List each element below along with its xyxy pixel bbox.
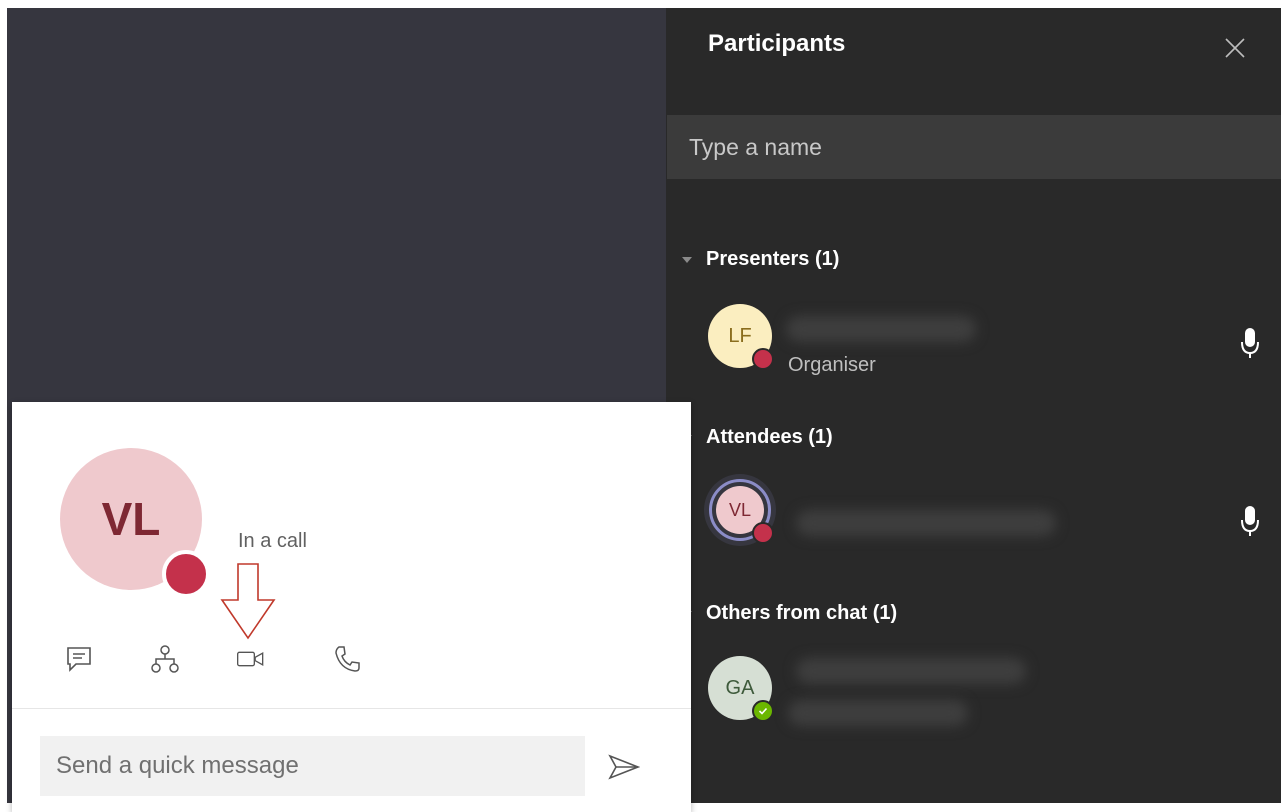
participant-row[interactable]: LF Organiser	[666, 304, 1281, 384]
redacted-name	[786, 316, 976, 342]
avatar: GA	[708, 656, 774, 722]
redacted-detail	[788, 700, 968, 726]
status-badge	[752, 522, 774, 544]
participant-row[interactable]: GA	[666, 656, 1281, 736]
close-icon[interactable]	[1223, 36, 1247, 60]
section-attendees[interactable]: Attendees (1)	[682, 426, 833, 449]
microphone-icon[interactable]	[1239, 326, 1261, 360]
audio-call-icon[interactable]	[332, 644, 362, 674]
chevron-down-icon	[682, 256, 692, 263]
panel-title: Participants	[708, 30, 846, 57]
send-icon[interactable]	[608, 754, 640, 780]
participant-row[interactable]: VL	[666, 474, 1281, 554]
org-chart-icon[interactable]	[150, 644, 180, 674]
redacted-name	[796, 510, 1056, 536]
annotation-arrow-icon	[220, 563, 276, 640]
presence-status: In a call	[238, 530, 307, 552]
microphone-icon[interactable]	[1239, 504, 1261, 538]
quick-message-box[interactable]	[40, 736, 585, 796]
participant-search[interactable]	[667, 115, 1281, 179]
section-others-from-chat[interactable]: Others from chat (1)	[682, 602, 897, 625]
video-call-icon[interactable]	[236, 644, 266, 674]
avatar: VL	[704, 474, 776, 546]
contact-card: VL In a call	[12, 402, 691, 812]
section-presenters[interactable]: Presenters (1)	[682, 248, 839, 271]
redacted-name	[796, 658, 1026, 684]
status-badge	[752, 348, 774, 370]
divider	[12, 708, 691, 709]
status-badge	[752, 700, 774, 722]
chat-icon[interactable]	[64, 644, 94, 674]
avatar: LF	[708, 304, 774, 370]
search-input[interactable]	[667, 115, 1281, 179]
participants-panel: Participants Presenters (1) LF Organiser	[666, 8, 1281, 803]
participant-role: Organiser	[788, 354, 876, 376]
checkmark-icon	[758, 707, 768, 715]
quick-message-input[interactable]	[40, 736, 585, 796]
status-badge	[162, 550, 210, 598]
